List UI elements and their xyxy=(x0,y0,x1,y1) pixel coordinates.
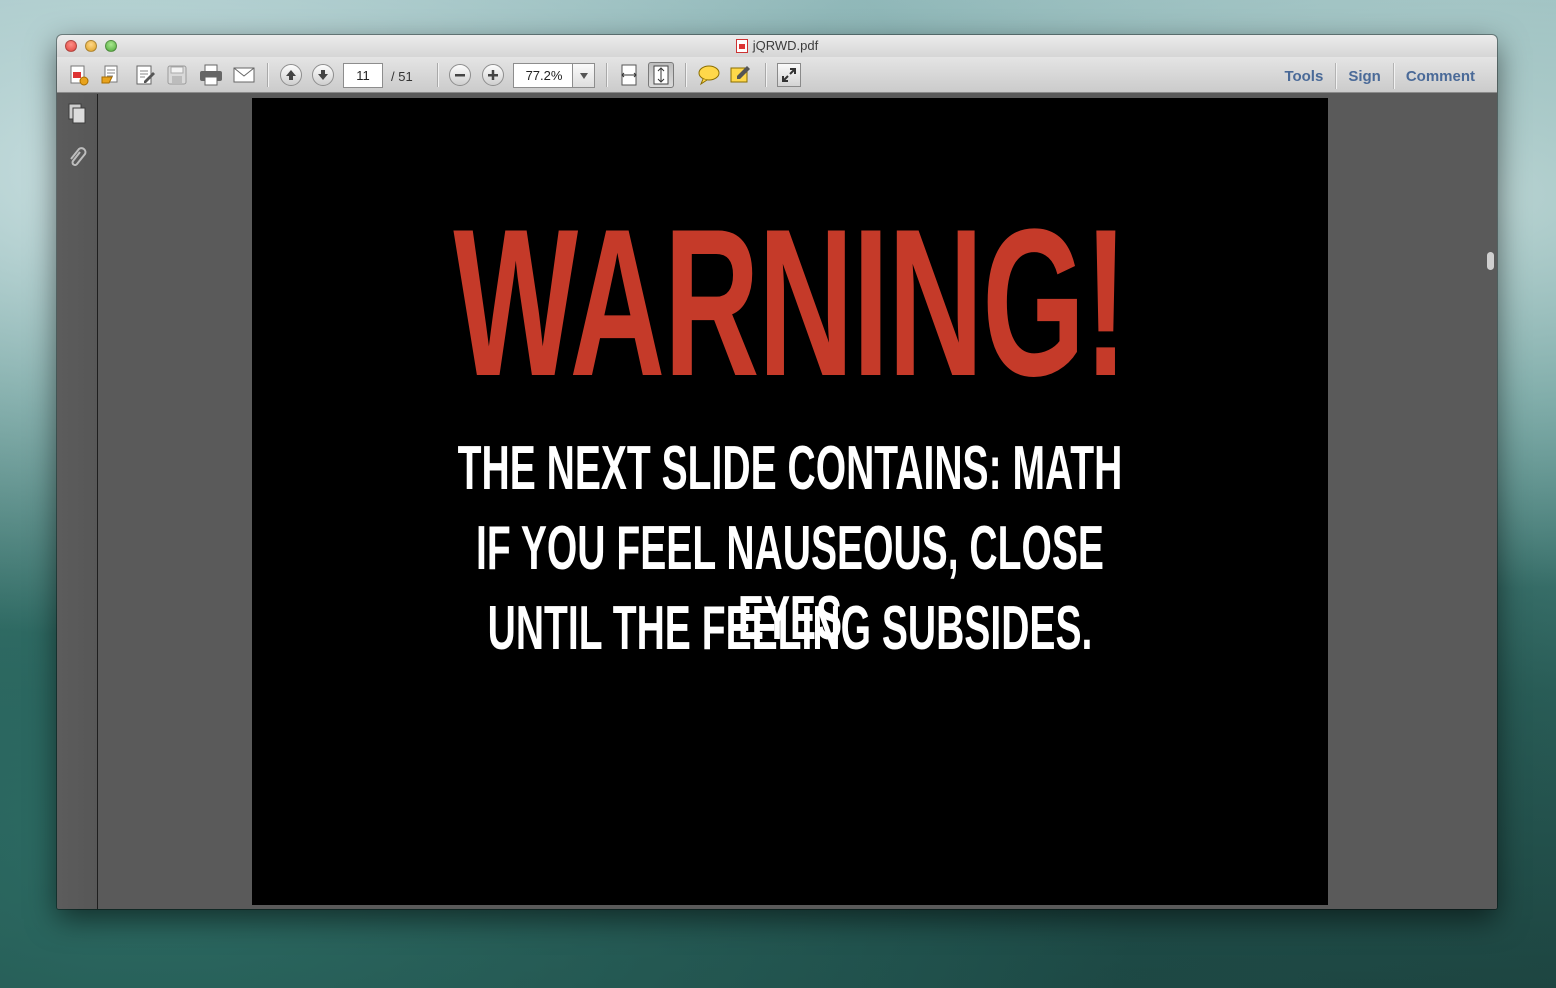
navigation-sidebar xyxy=(57,94,98,909)
slide-line-1: THE NEXT SLIDE CONTAINS: MATH xyxy=(457,434,1123,503)
pdf-viewer-window: jQRWD.pdf 11 / 51 77.2% Tools Sign Comme… xyxy=(57,35,1497,909)
comment-link[interactable]: Comment xyxy=(1394,68,1487,85)
open-icon[interactable] xyxy=(97,62,125,88)
next-page-icon[interactable] xyxy=(310,62,336,88)
page-total-label: / 51 xyxy=(391,69,413,84)
slide-headline: WARNING! xyxy=(453,185,1128,420)
toolbar: 11 / 51 77.2% Tools Sign Comment xyxy=(57,57,1497,93)
window-title-text: jQRWD.pdf xyxy=(752,38,819,53)
window-controls xyxy=(65,40,117,52)
fit-page-icon[interactable] xyxy=(647,62,675,88)
close-window-button[interactable] xyxy=(65,40,77,52)
fit-width-icon[interactable] xyxy=(616,62,642,88)
pdf-page: WARNING! THE NEXT SLIDE CONTAINS: MATH I… xyxy=(252,98,1328,905)
right-panel-links: Tools Sign Comment xyxy=(1272,63,1487,89)
save-icon[interactable] xyxy=(163,62,191,88)
vertical-scrollbar[interactable] xyxy=(1484,94,1497,909)
zoom-select[interactable]: 77.2% xyxy=(513,63,595,88)
minimize-window-button[interactable] xyxy=(85,40,97,52)
document-area[interactable]: WARNING! THE NEXT SLIDE CONTAINS: MATH I… xyxy=(99,94,1484,909)
window-title: jQRWD.pdf xyxy=(735,38,819,53)
sign-link[interactable]: Sign xyxy=(1336,68,1393,85)
edit-icon[interactable] xyxy=(131,62,159,88)
zoom-in-icon[interactable] xyxy=(480,62,506,88)
sticky-note-icon[interactable] xyxy=(695,62,723,88)
previous-page-icon[interactable] xyxy=(278,62,304,88)
print-icon[interactable] xyxy=(196,62,226,88)
email-icon[interactable] xyxy=(230,62,258,88)
zoom-out-icon[interactable] xyxy=(447,62,473,88)
chevron-down-icon[interactable] xyxy=(572,64,594,87)
highlight-icon[interactable] xyxy=(727,62,755,88)
page-number-input[interactable]: 11 xyxy=(343,63,383,88)
tools-link[interactable]: Tools xyxy=(1272,68,1335,85)
slide-line-3: UNTIL THE FEELING SUBSIDES. xyxy=(487,594,1093,663)
title-bar: jQRWD.pdf xyxy=(57,35,1497,57)
attachments-icon[interactable] xyxy=(66,146,88,170)
scrollbar-thumb[interactable] xyxy=(1487,252,1494,270)
fullscreen-icon[interactable] xyxy=(775,62,803,88)
zoom-window-button[interactable] xyxy=(105,40,117,52)
zoom-value: 77.2% xyxy=(525,68,563,83)
pages-icon[interactable] xyxy=(66,102,88,126)
create-pdf-icon[interactable] xyxy=(65,62,93,88)
pdf-file-icon xyxy=(735,38,748,53)
